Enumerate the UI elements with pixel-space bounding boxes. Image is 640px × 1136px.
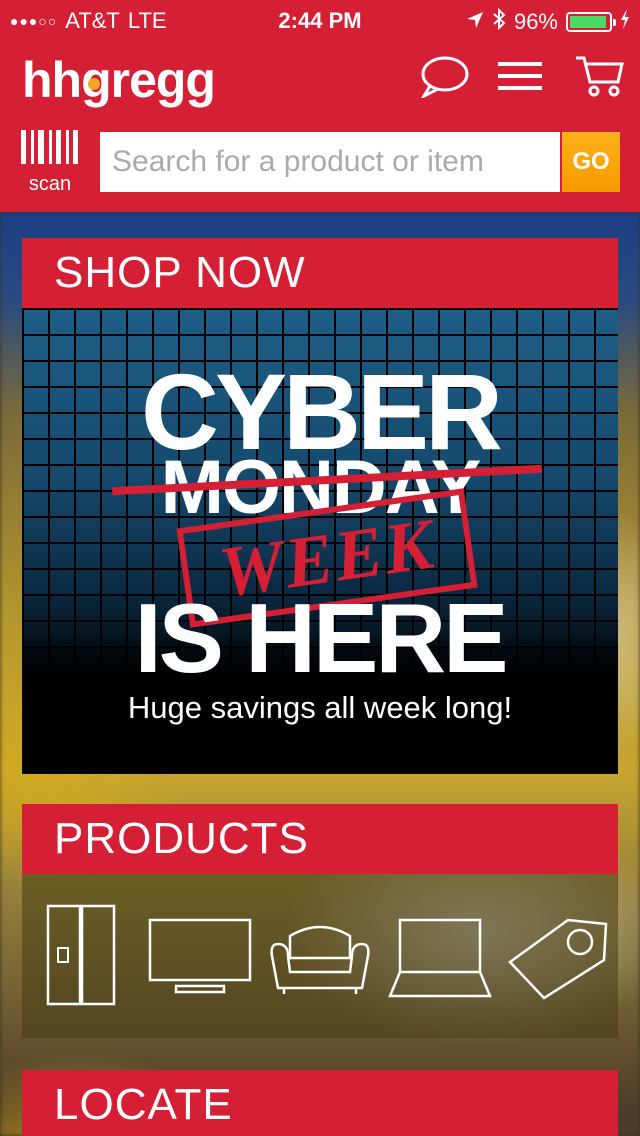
laptop-icon[interactable] [388,918,492,998]
locate-heading[interactable]: LOCATE [22,1070,618,1136]
refrigerator-icon[interactable] [46,904,116,1006]
chat-icon[interactable] [420,54,470,103]
price-tag-icon[interactable] [506,914,610,1000]
banner-tagline: Huge savings all week long! [127,690,513,725]
hhgregg-logo[interactable]: hhgregg [22,52,216,108]
status-bar: ●●●○○ AT&T LTE 2:44 PM 96% [0,0,640,40]
location-icon [466,9,484,35]
battery-percent: 96% [513,9,558,34]
top-bar: ●●●○○ AT&T LTE 2:44 PM 96% hhgregg scan … [0,0,640,212]
cart-icon[interactable] [574,54,626,103]
go-button[interactable]: GO [562,132,620,192]
shop-now-heading[interactable]: SHOP NOW [22,238,618,308]
cyber-monday-banner[interactable]: CYBER MONDAY WEEK IS HERE Huge savings a… [22,308,618,774]
battery-icon [566,12,616,32]
bluetooth-icon [492,7,506,36]
tv-icon[interactable] [148,918,252,998]
logo-text: hhgregg [22,52,216,108]
logo-dot [88,78,100,90]
products-heading[interactable]: PRODUCTS [22,804,618,874]
barcode-icon [21,130,79,168]
sofa-icon[interactable] [268,918,372,998]
product-categories-row [22,874,618,1038]
scan-button[interactable]: scan [20,130,80,195]
menu-icon[interactable] [498,60,542,97]
scan-label: scan [28,173,72,195]
charging-icon [620,9,630,35]
banner-line-is-here: IS HERE [134,583,508,693]
search-input[interactable] [100,132,560,192]
